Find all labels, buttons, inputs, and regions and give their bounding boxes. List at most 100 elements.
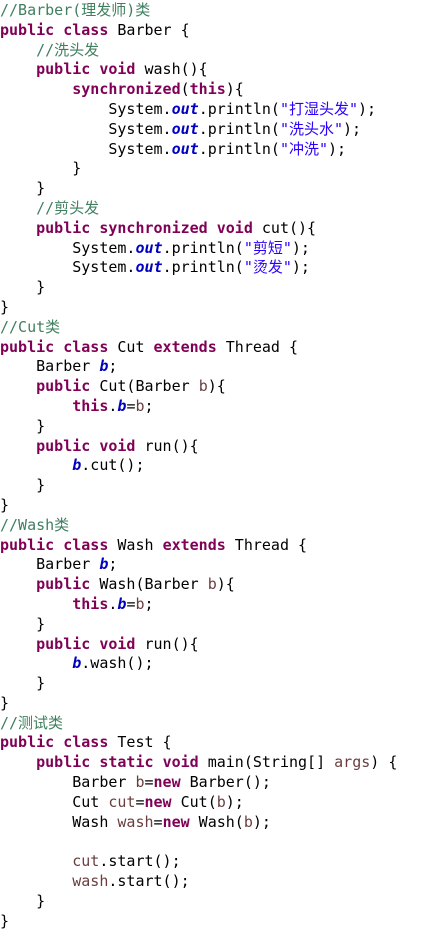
- code-token-keyword: class: [63, 337, 109, 356]
- code-token-param: b: [135, 396, 145, 415]
- code-token-comment: //Cut类: [0, 317, 61, 336]
- code-line: public Wash(Barber b){: [0, 575, 424, 595]
- code-token-plain: .println(: [198, 139, 280, 158]
- code-token-plain: Test {: [108, 733, 172, 752]
- code-token-plain: }: [0, 476, 46, 495]
- code-token-plain: }: [0, 159, 82, 178]
- code-token-local: b: [243, 812, 253, 831]
- code-line: synchronized(this){: [0, 80, 424, 100]
- code-token-plain: ;: [144, 396, 154, 415]
- code-token-plain: );: [291, 258, 310, 277]
- code-token-plain: ;: [144, 594, 154, 613]
- code-token-plain: );: [343, 119, 362, 138]
- code-token-keyword: void: [99, 634, 136, 653]
- code-token-field: out: [135, 258, 163, 277]
- code-token-plain: System.: [0, 99, 172, 118]
- code-token-field: out: [135, 238, 163, 257]
- code-line: public void wash(){: [0, 60, 424, 80]
- code-line: public void run(){: [0, 437, 424, 457]
- code-token-plain: );: [291, 238, 310, 257]
- code-token-keyword: public: [36, 575, 91, 594]
- code-line: wash.start();: [0, 872, 424, 892]
- code-line: System.out.println("洗头水");: [0, 120, 424, 140]
- code-token-plain: ) {: [370, 753, 398, 772]
- code-line: }: [0, 694, 424, 714]
- code-line: System.out.println("烫发");: [0, 258, 424, 278]
- code-token-field: out: [171, 99, 199, 118]
- code-line: public static void main(String[] args) {: [0, 753, 424, 773]
- code-token-plain: Barber();: [180, 773, 271, 792]
- code-line: }: [0, 912, 424, 931]
- code-line: Barber b;: [0, 357, 424, 377]
- code-line: //Wash类: [0, 516, 424, 536]
- code-token-string: "冲洗": [279, 139, 329, 158]
- code-line: this.b=b;: [0, 397, 424, 417]
- code-line: //Barber(理发师)类: [0, 1, 424, 21]
- code-line: System.out.println("剪短");: [0, 239, 424, 259]
- code-token-field: b: [72, 654, 82, 673]
- code-token-plain: Wash(: [189, 812, 244, 831]
- code-token-local: wash: [72, 872, 109, 891]
- code-line: }: [0, 892, 424, 912]
- code-line: }: [0, 615, 424, 635]
- code-token-keyword: public: [36, 634, 91, 653]
- code-token-plain: Wash: [0, 812, 118, 831]
- code-line: Barber b;: [0, 555, 424, 575]
- code-line: }: [0, 298, 424, 318]
- code-token-plain: run(){: [135, 436, 199, 455]
- code-editor[interactable]: //Barber(理发师)类 public class Barber { //洗头…: [0, 0, 424, 931]
- code-line: this.b=b;: [0, 595, 424, 615]
- code-line: //Cut类: [0, 318, 424, 338]
- code-token-plain: );: [328, 139, 347, 158]
- code-token-comment: //Wash类: [0, 515, 70, 534]
- code-token-field: out: [171, 119, 199, 138]
- code-token-plain: System.: [0, 238, 136, 257]
- code-token-param: b: [198, 377, 208, 396]
- code-token-plain: Wash: [108, 535, 163, 554]
- code-token-plain: main(String[]: [198, 753, 335, 772]
- code-line: public void run(){: [0, 635, 424, 655]
- code-token-comment: //洗头发: [36, 40, 100, 59]
- code-token-plain: ){: [207, 377, 226, 396]
- code-line: }: [0, 476, 424, 496]
- code-token-plain: System.: [0, 258, 136, 277]
- code-line: b.cut();: [0, 456, 424, 476]
- code-line: }: [0, 159, 424, 179]
- code-token-plain: ){: [225, 80, 244, 99]
- code-line: Barber b=new Barber();: [0, 773, 424, 793]
- code-token-plain: }: [0, 297, 10, 316]
- code-token-plain: }: [0, 693, 10, 712]
- code-line: System.out.println("打湿头发");: [0, 100, 424, 120]
- code-token-plain: Cut: [0, 792, 109, 811]
- code-token-plain: .println(: [198, 99, 280, 118]
- code-token-plain: cut(){: [252, 218, 317, 237]
- code-token-string: "烫发": [243, 258, 292, 277]
- code-token-plain: =: [135, 792, 145, 811]
- code-token-plain: .println(: [198, 119, 280, 138]
- code-token-plain: }: [0, 495, 10, 514]
- code-line: public class Test {: [0, 733, 424, 753]
- code-token-plain: Barber {: [108, 20, 190, 39]
- code-line: b.wash();: [0, 654, 424, 674]
- code-token-keyword: public: [36, 753, 91, 772]
- code-line: }: [0, 417, 424, 437]
- code-token-keyword: class: [63, 20, 109, 39]
- code-line: //洗头发: [0, 41, 424, 61]
- code-token-keyword: public: [0, 733, 55, 752]
- code-token-plain: Barber: [0, 773, 136, 792]
